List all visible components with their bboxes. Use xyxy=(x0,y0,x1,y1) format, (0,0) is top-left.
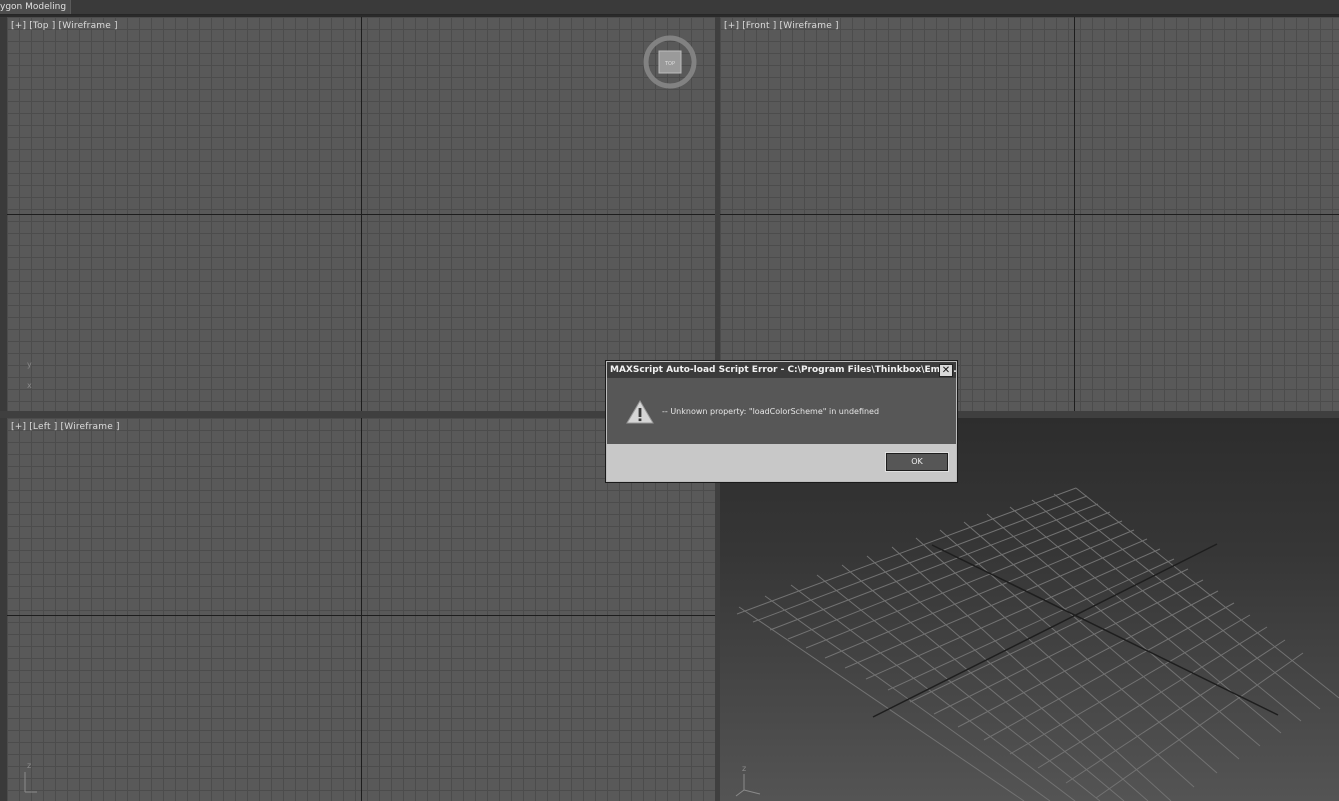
dialog-message: -- Unknown property: "loadColorScheme" i… xyxy=(662,407,880,416)
grid-axis-vertical xyxy=(361,418,362,801)
grid-axis-vertical xyxy=(1074,17,1075,411)
left-rail xyxy=(0,17,7,801)
maxscript-error-dialog: MAXScript Auto-load Script Error - C:\Pr… xyxy=(606,361,957,482)
dialog-body: -- Unknown property: "loadColorScheme" i… xyxy=(607,378,956,444)
viewcube-icon[interactable]: TOP xyxy=(643,35,697,89)
grid-axis-vertical xyxy=(361,17,362,411)
viewcube-face-label: TOP xyxy=(664,61,675,67)
viewport-front[interactable]: [+] [Front ] [Wireframe ] xyxy=(720,17,1339,411)
ribbon-tab-polygon-modeling[interactable]: ygon Modeling xyxy=(0,0,72,14)
close-icon[interactable]: ✕ xyxy=(939,364,953,377)
axis-letter-z: z xyxy=(27,761,32,770)
dialog-title: MAXScript Auto-load Script Error - C:\Pr… xyxy=(610,365,956,375)
viewport-top[interactable]: [+] [Top ] [Wireframe ] TOP y x xyxy=(7,17,715,411)
ok-button[interactable]: OK xyxy=(885,452,949,472)
axis-tripod-icon xyxy=(24,772,37,793)
warning-icon xyxy=(626,400,654,424)
axis-letter-x: x xyxy=(27,381,32,390)
axis-tripod-persp-icon xyxy=(735,774,761,797)
grid-axis-horizontal xyxy=(720,214,1339,215)
dialog-footer: OK xyxy=(607,444,956,481)
viewport-label-left[interactable]: [+] [Left ] [Wireframe ] xyxy=(11,422,120,432)
ribbon-strip: ygon Modeling xyxy=(0,0,1339,15)
viewport-label-front[interactable]: [+] [Front ] [Wireframe ] xyxy=(724,21,839,31)
viewport-label-top[interactable]: [+] [Top ] [Wireframe ] xyxy=(11,21,118,31)
axis-letter-y: y xyxy=(27,360,32,369)
dialog-title-bar[interactable]: MAXScript Auto-load Script Error - C:\Pr… xyxy=(607,362,956,378)
